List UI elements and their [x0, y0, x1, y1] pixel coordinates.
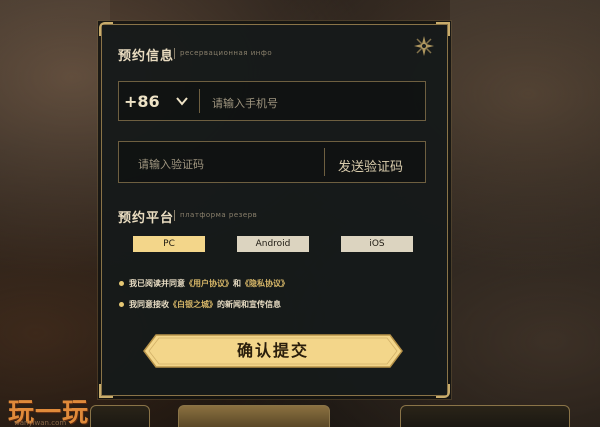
user-agreement-link[interactable]: 《用户协议》 [185, 279, 233, 288]
platform-pc-button[interactable]: PC [133, 236, 205, 252]
country-code[interactable]: +86 [124, 92, 160, 111]
background-right [450, 0, 600, 427]
verify-divider [324, 148, 325, 176]
bottom-card [178, 405, 330, 427]
bottom-card [90, 405, 150, 427]
privacy-agreement-link[interactable]: 《隐私协议》 [241, 279, 289, 288]
background-left [0, 0, 110, 427]
phone-divider [199, 89, 200, 113]
title-separator [174, 210, 175, 221]
reservation-title: 预约信息 [118, 49, 175, 64]
agreement-prefix: 我已阅读并同意 [129, 279, 185, 288]
send-code-button[interactable]: 发送验证码 [338, 156, 403, 175]
title-separator [174, 48, 175, 59]
platform-subtitle: платформа резерв [180, 211, 258, 219]
game-name: 《白银之城》 [169, 300, 217, 309]
confirm-area[interactable]: 确认提交 [140, 331, 406, 371]
panel-corner [436, 22, 450, 36]
site-watermark-sub: wanyiwan.com [14, 419, 67, 427]
consent-prefix: 我同意接收 [129, 300, 169, 309]
agreement-text: 我已阅读并同意《用户协议》和《隐私协议》 [129, 278, 289, 289]
news-consent-text: 我同意接收《白银之城》的新闻和宣传信息 [129, 299, 281, 310]
phone-input[interactable]: 请输入手机号 [212, 95, 278, 111]
chevron-down-icon[interactable] [175, 94, 189, 108]
verify-code-input[interactable]: 请输入验证码 [138, 156, 204, 172]
panel-corner [99, 384, 113, 398]
confirm-submit-button[interactable]: 确认提交 [140, 331, 406, 371]
bottom-card [400, 405, 570, 427]
platform-android-button[interactable]: Android [237, 236, 309, 252]
agree-checkbox[interactable] [119, 281, 124, 286]
compass-star-icon [414, 36, 434, 56]
panel-corner [99, 22, 113, 36]
panel-corner [436, 384, 450, 398]
news-checkbox[interactable] [119, 302, 124, 307]
reservation-subtitle: ресервационная инфо [180, 49, 273, 57]
platform-title: 预约平台 [118, 211, 175, 226]
consent-suffix: 的新闻和宣传信息 [217, 300, 281, 309]
platform-ios-button[interactable]: iOS [341, 236, 413, 252]
agreement-mid: 和 [233, 279, 241, 288]
